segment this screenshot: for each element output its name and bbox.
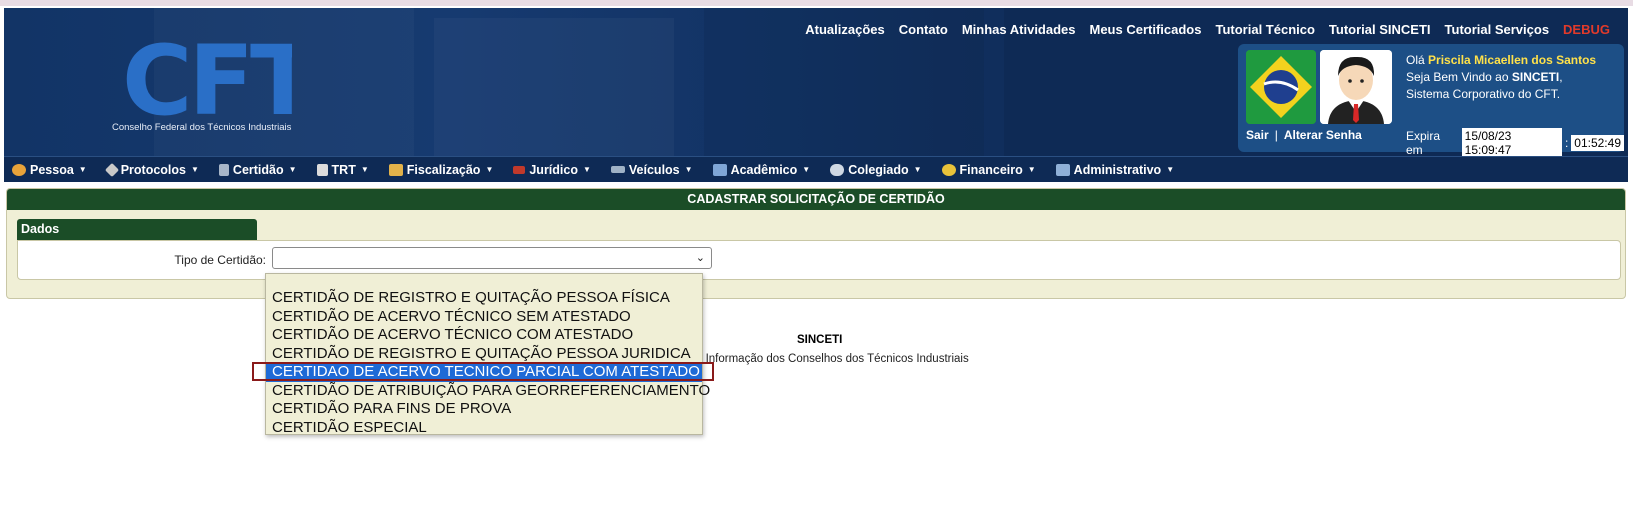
car-icon — [610, 166, 625, 173]
people-icon — [12, 163, 26, 176]
nav-tutorial-tecnico[interactable]: Tutorial Técnico — [1215, 22, 1314, 37]
welcome-suffix: , — [1559, 70, 1563, 84]
menu-pessoa[interactable]: Pessoa ▼ — [12, 163, 87, 177]
menu-protocolos[interactable]: Protocolos ▼ — [104, 162, 199, 177]
cft-logo-text: CFT — [122, 38, 292, 122]
gavel-icon — [513, 165, 526, 174]
caret-down-icon: ▼ — [78, 165, 87, 174]
menu-label: Financeiro — [959, 162, 1023, 177]
top-border — [0, 0, 1633, 6]
section-tab-dados: Dados — [17, 219, 257, 240]
user-info: Olá Priscila Micaellen dos Santos Seja B… — [1406, 52, 1596, 103]
tag-icon — [104, 162, 119, 177]
user-panel: Olá Priscila Micaellen dos Santos Seja B… — [1238, 44, 1624, 156]
document-icon — [218, 163, 229, 176]
footer-title: SINCETI — [797, 334, 843, 346]
caret-down-icon: ▼ — [1027, 165, 1036, 174]
nav-tutorial-servicos[interactable]: Tutorial Serviços — [1445, 22, 1550, 37]
caret-down-icon: ▼ — [191, 165, 199, 174]
option-registro-quitacao-pj[interactable]: CERTIDÃO DE REGISTRO E QUITAÇÃO PESSOA J… — [266, 345, 702, 364]
brazil-flag-icon — [1246, 50, 1316, 124]
menu-financeiro[interactable]: Financeiro ▼ — [941, 162, 1036, 177]
nav-tutorial-sinceti[interactable]: Tutorial SINCETI — [1329, 22, 1431, 37]
caret-down-icon: ▼ — [360, 165, 369, 174]
debug-label[interactable]: DEBUG — [1563, 22, 1610, 37]
menu-label: Pessoa — [30, 162, 74, 177]
menu-academico[interactable]: Acadêmico ▼ — [712, 162, 811, 177]
copy-icon — [316, 163, 328, 176]
box-icon — [388, 163, 403, 176]
coins-icon — [941, 163, 956, 176]
menu-label: Protocolos — [120, 162, 186, 177]
logo-subtitle: Conselho Federal dos Técnicos Industriai… — [112, 122, 292, 133]
menu-administrativo[interactable]: Administrativo ▼ — [1055, 162, 1175, 177]
option-registro-quitacao-pf[interactable]: CERTIDÃO DE REGISTRO E QUITAÇÃO PESSOA F… — [266, 289, 702, 308]
menu-label: Fiscalização — [406, 162, 481, 177]
nav-atualizacoes[interactable]: Atualizações — [805, 22, 884, 37]
admin-icon — [1055, 163, 1070, 176]
expires-datetime: 15/08/23 15:09:47 — [1461, 128, 1562, 156]
caret-down-icon: ▼ — [582, 165, 591, 174]
option-acervo-sem-atestado[interactable]: CERTIDÃO DE ACERVO TÉCNICO SEM ATESTADO — [266, 308, 702, 327]
caret-down-icon: ▼ — [913, 165, 922, 174]
menu-fiscalizacao[interactable]: Fiscalização ▼ — [388, 162, 494, 177]
chat-icon — [830, 163, 845, 176]
tipo-certidao-label: Tipo de Certidão: — [174, 253, 266, 267]
option-acervo-parcial-com-atestado[interactable]: CERTIDAO DE ACERVO TECNICO PARCIAL COM A… — [266, 363, 702, 382]
tipo-certidao-options: CERTIDÃO DE REGISTRO E QUITAÇÃO PESSOA F… — [265, 273, 710, 438]
link-separator: | — [1274, 128, 1278, 142]
system-description: Sistema Corporativo do CFT. — [1406, 87, 1561, 101]
user-links: Sair | Alterar Senha — [1246, 128, 1362, 142]
expires-label: Expira em — [1406, 129, 1441, 156]
menu-trt[interactable]: TRT ▼ — [316, 162, 369, 177]
session-expiry: Expira em 15/08/23 15:09:47 : 01:52:49 — [1406, 128, 1624, 156]
footer-subtitle: e Informação dos Conselhos dos Técnicos … — [696, 353, 969, 365]
caret-down-icon: ▼ — [802, 165, 811, 174]
session-countdown: 01:52:49 — [1571, 135, 1624, 151]
menu-label: Jurídico — [529, 162, 578, 177]
nav-contato[interactable]: Contato — [899, 22, 948, 37]
menu-label: Acadêmico — [730, 162, 798, 177]
chevron-down-icon: ⌄ — [695, 251, 705, 264]
cft-logo-mark: CFT — [122, 38, 292, 122]
menu-certidao[interactable]: Certidão ▼ — [218, 162, 297, 177]
nav-minhas-atividades[interactable]: Minhas Atividades — [962, 22, 1076, 37]
option-acervo-com-atestado[interactable]: CERTIDÃO DE ACERVO TÉCNICO COM ATESTADO — [266, 326, 702, 345]
certificate-request-panel: CADASTRAR SOLICITAÇÃO DE CERTIDÃO Dados … — [6, 188, 1626, 299]
dados-section: Tipo de Certidão: ⌄ — [17, 240, 1621, 280]
greeting: Olá — [1406, 53, 1425, 67]
change-password-link[interactable]: Alterar Senha — [1284, 128, 1362, 142]
option-especial[interactable]: CERTIDÃO ESPECIAL — [266, 419, 702, 438]
top-navigation: Atualizações Contato Minhas Atividades M… — [805, 22, 1610, 37]
system-name: SINCETI — [1511, 70, 1560, 84]
caret-down-icon: ▼ — [485, 165, 494, 174]
caret-down-icon: ▼ — [1166, 165, 1175, 174]
menu-colegiado[interactable]: Colegiado ▼ — [830, 162, 922, 177]
caret-down-icon: ▼ — [288, 165, 297, 174]
caret-down-icon: ▼ — [684, 165, 693, 174]
menu-label: Veículos — [628, 162, 680, 177]
menu-label: TRT — [331, 162, 356, 177]
book-icon — [712, 163, 727, 176]
panel-title: CADASTRAR SOLICITAÇÃO DE CERTIDÃO — [7, 189, 1625, 210]
expiry-colon: : — [1564, 136, 1569, 150]
user-avatar-icon — [1320, 50, 1392, 124]
menu-juridico[interactable]: Jurídico ▼ — [513, 163, 591, 177]
menu-label: Administrativo — [1073, 162, 1162, 177]
option-fins-de-prova[interactable]: CERTIDÃO PARA FINS DE PROVA — [266, 400, 702, 419]
cft-logo[interactable]: CFT Conselho Federal dos Técnicos Indust… — [112, 38, 292, 138]
nav-meus-certificados[interactable]: Meus Certificados — [1090, 22, 1202, 37]
welcome-prefix: Seja Bem Vindo ao — [1406, 70, 1512, 84]
option-georreferenciamento[interactable]: CERTIDÃO DE ATRIBUIÇÃO PARA GEORREFERENC… — [266, 382, 710, 401]
menu-veiculos[interactable]: Veículos ▼ — [610, 162, 693, 177]
menu-label: Colegiado — [848, 162, 909, 177]
site-header: CFT Conselho Federal dos Técnicos Indust… — [4, 8, 1628, 156]
logout-link[interactable]: Sair — [1246, 128, 1269, 142]
user-name: Priscila Micaellen dos Santos — [1428, 53, 1597, 67]
main-menu: Pessoa ▼ Protocolos ▼ Certidão ▼ TRT ▼ Fisca… — [4, 156, 1628, 182]
menu-label: Certidão — [232, 162, 284, 177]
tipo-certidao-select[interactable]: ⌄ — [272, 247, 712, 269]
